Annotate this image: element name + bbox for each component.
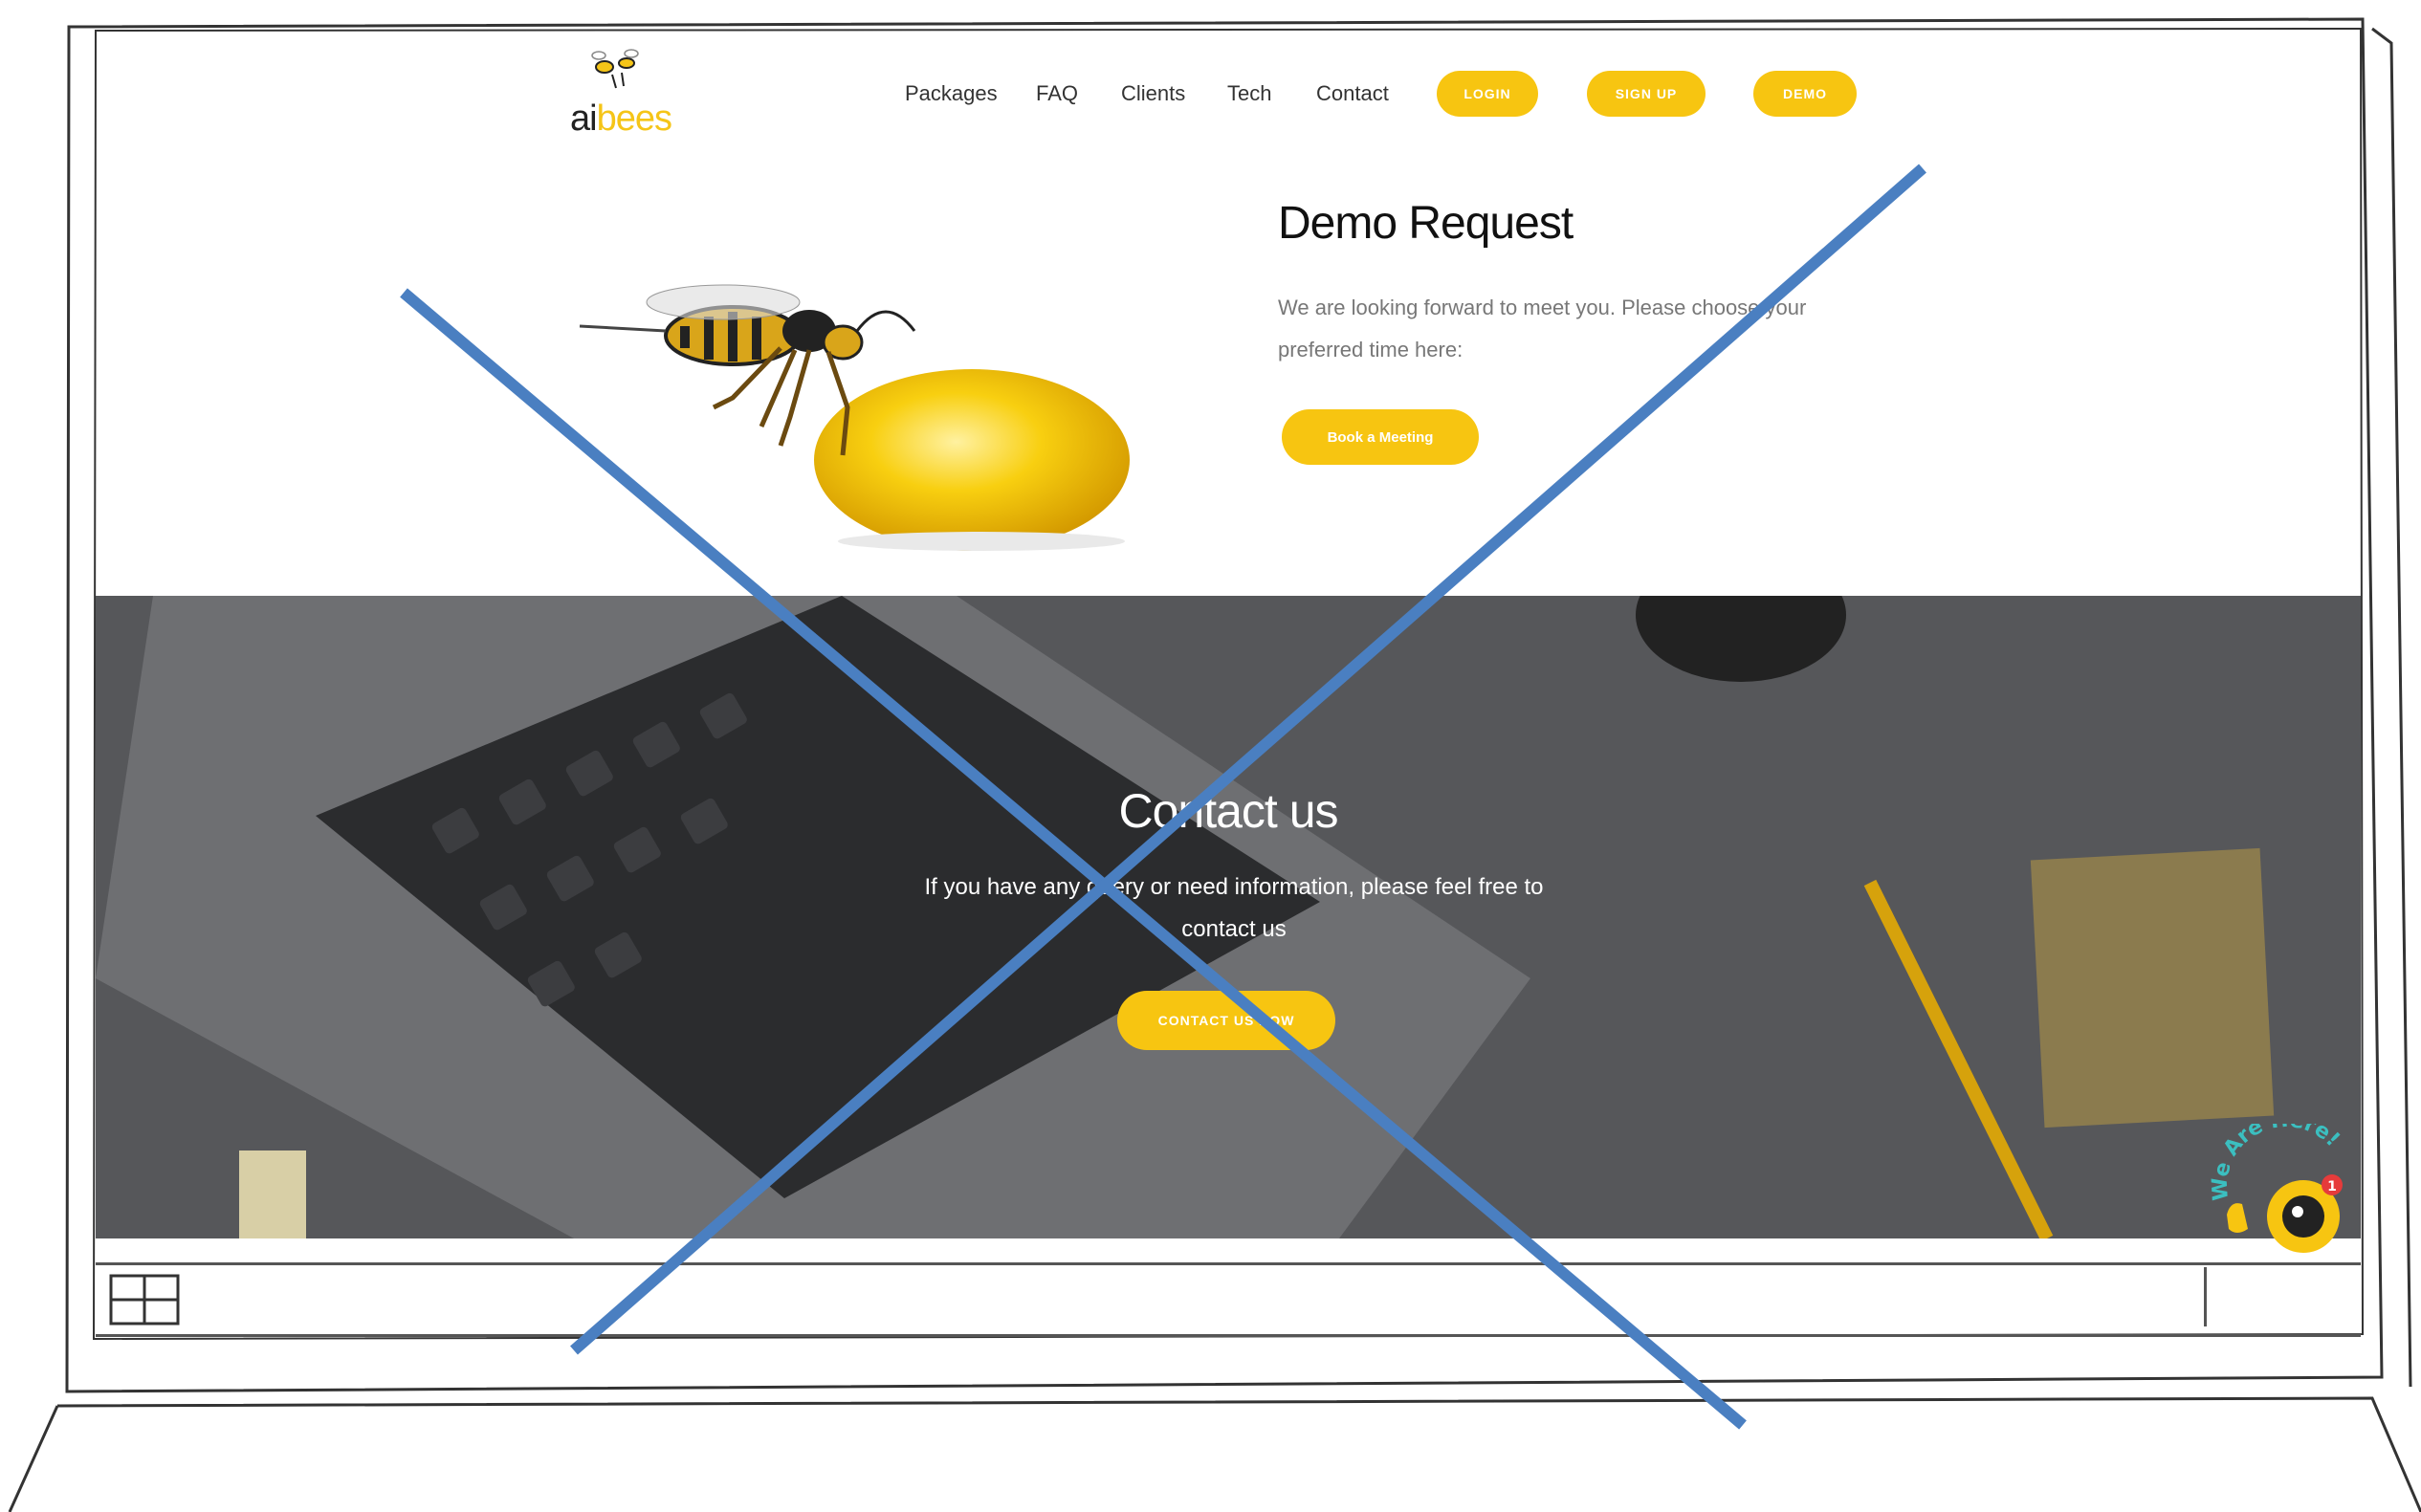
nav-faq[interactable]: FAQ — [1036, 79, 1078, 108]
wasp-honey-image — [579, 284, 1130, 551]
bottom-bar-divider — [2204, 1267, 2207, 1326]
logo-wordmark: aibees — [570, 99, 672, 139]
book-meeting-button[interactable]: Book a Meeting — [1282, 409, 1479, 465]
login-button[interactable]: LOGIN — [1437, 71, 1538, 117]
nav-packages[interactable]: Packages — [905, 79, 998, 108]
contact-section: Contact us If you have any query or need… — [96, 596, 2361, 1238]
site-logo[interactable]: aibees — [564, 46, 679, 142]
contact-description: If you have any query or need informatio… — [924, 874, 1544, 942]
demo-description: We are looking forward to meet you. Plea… — [1278, 296, 1807, 362]
contact-us-now-button[interactable]: CONTACT US NOW — [1117, 991, 1335, 1050]
chat-badge: 1 — [2327, 1179, 2337, 1194]
signup-button[interactable]: SIGN UP — [1587, 71, 1706, 117]
demo-title: Demo Request — [1278, 198, 1574, 249]
chat-widget[interactable]: We Are Here! 1 — [2209, 1108, 2363, 1258]
nav-contact[interactable]: Contact — [1316, 79, 1389, 108]
bee-logo-icon — [591, 49, 639, 89]
nav-clients[interactable]: Clients — [1121, 79, 1185, 108]
windows-icon[interactable] — [107, 1272, 182, 1327]
nav-tech[interactable]: Tech — [1227, 79, 1271, 108]
demo-button[interactable]: DEMO — [1753, 71, 1857, 117]
contact-title: Contact us — [1118, 784, 1338, 838]
bottom-bar — [96, 1262, 2361, 1337]
